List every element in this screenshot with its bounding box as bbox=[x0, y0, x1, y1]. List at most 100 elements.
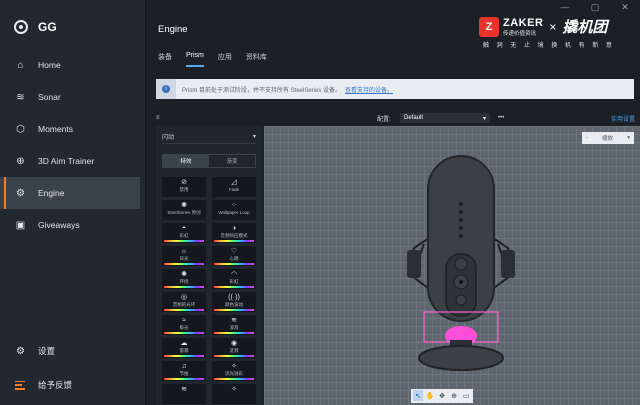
effect-tile[interactable]: ⁘ Wallpaper Loop bbox=[212, 200, 256, 220]
sidebar-item-aim-trainer[interactable]: ⊕ 3D Aim Trainer bbox=[0, 145, 146, 177]
page-title: Engine bbox=[158, 24, 188, 35]
maximize-button[interactable]: ▢ bbox=[580, 0, 610, 14]
tab-prism[interactable]: Prism bbox=[186, 52, 204, 67]
effect-icon: ◿ bbox=[231, 179, 237, 186]
feedback-icon bbox=[15, 380, 26, 391]
sidebar-item-feedback[interactable]: 给予反馈 bbox=[0, 368, 146, 402]
effect-label: 彩虹 bbox=[229, 279, 239, 284]
config-bar: ≡ 配置: Default ▾ ••• 实用设置 bbox=[156, 112, 635, 124]
sidebar-item-label: Home bbox=[38, 60, 61, 70]
sidebar-item-moments[interactable]: ⬡ Moments bbox=[0, 113, 146, 145]
config-select[interactable]: Default ▾ bbox=[400, 113, 490, 123]
sidebar-item-home[interactable]: ⌂ Home bbox=[0, 49, 146, 81]
segment-gradients[interactable]: 渐变 bbox=[209, 155, 255, 167]
supported-devices-link[interactable]: 查看支持的设备。 bbox=[345, 85, 393, 94]
effect-icon: ◉ bbox=[230, 340, 238, 347]
effect-tile[interactable]: ≈ 极光 bbox=[162, 315, 206, 335]
effect-tile[interactable]: ◠ 彩虹 bbox=[212, 269, 256, 289]
color-bar bbox=[214, 332, 254, 334]
tab-library[interactable]: 资料库 bbox=[246, 52, 267, 67]
sidebar: GG ⌂ Home ≋ Sonar ⬡ Moments ⊕ 3D Aim Tra… bbox=[0, 0, 146, 405]
tab-bar: 装备 Prism 应用 资料库 bbox=[158, 52, 267, 67]
brand[interactable]: GG bbox=[14, 20, 57, 34]
effect-tile[interactable]: ◓ 彩虹 bbox=[162, 223, 206, 243]
effect-label: 禁用 bbox=[179, 187, 189, 192]
move-tool-icon[interactable]: ✥ bbox=[437, 390, 447, 401]
effect-tile[interactable]: ☼ 日光 bbox=[162, 246, 206, 266]
effect-tile[interactable]: ◉ 涟漪 bbox=[212, 338, 256, 358]
color-bar bbox=[214, 217, 254, 219]
effect-tile[interactable]: ✺ 环绕 bbox=[162, 269, 206, 289]
mic-base bbox=[418, 345, 504, 371]
rectangle-tool-icon[interactable]: ▭ bbox=[461, 390, 471, 401]
zoom-tool-icon[interactable]: ⊕ bbox=[449, 390, 459, 401]
zoom-select[interactable]: - 缩放 ▾ bbox=[582, 132, 634, 144]
effect-tile[interactable]: ◑ 音频响应模式 bbox=[212, 223, 256, 243]
mount-clip-left bbox=[407, 250, 421, 278]
sidebar-item-sonar[interactable]: ≋ Sonar bbox=[0, 81, 146, 113]
color-bar bbox=[214, 286, 254, 288]
effect-label: 音频响应模式 bbox=[220, 233, 248, 238]
mode-select[interactable]: 闪动 ▾ bbox=[162, 130, 256, 144]
effect-tile[interactable]: ✺ SteelSeries 原创 bbox=[162, 200, 206, 220]
effect-tile[interactable]: ☁ 雷暴 bbox=[162, 338, 206, 358]
effect-tile[interactable]: ♡ 心跳 bbox=[212, 246, 256, 266]
gear-icon: ⚙ bbox=[16, 345, 25, 357]
zoom-minus-icon[interactable]: - bbox=[586, 135, 588, 141]
utility-settings-link[interactable]: 实用设置 bbox=[611, 114, 635, 123]
effect-tile[interactable]: ((·)) 颜色波动 bbox=[212, 292, 256, 312]
chevron-down-icon: ▾ bbox=[482, 115, 486, 122]
close-button[interactable]: ✕ bbox=[610, 0, 640, 14]
list-icon[interactable]: ≡ bbox=[156, 115, 164, 121]
tab-apps[interactable]: 应用 bbox=[218, 52, 232, 67]
color-bar bbox=[164, 401, 204, 403]
effect-tile[interactable]: ♫ 节拍 bbox=[162, 361, 206, 381]
effect-icon: ((·)) bbox=[228, 294, 240, 301]
effect-icon: ♫ bbox=[181, 363, 187, 370]
notice-text: Prism 目前处于测试阶段，并不支持所有 SteelSeries 设备。 bbox=[182, 87, 342, 94]
mute-button bbox=[454, 257, 468, 271]
segment-effects[interactable]: 特效 bbox=[163, 155, 209, 167]
effect-label: Fade bbox=[228, 187, 240, 192]
effect-icon: ☁ bbox=[180, 340, 188, 347]
effect-tile[interactable]: ≋ 波浪 bbox=[212, 315, 256, 335]
effect-icon: ◓ bbox=[181, 225, 187, 232]
effect-tile[interactable]: ✧ 流光溢彩 bbox=[212, 361, 256, 381]
color-bar bbox=[214, 240, 254, 242]
effect-icon: ◑ bbox=[231, 225, 237, 232]
sidebar-item-engine[interactable]: ⚙ Engine bbox=[0, 177, 140, 209]
sidebar-item-settings[interactable]: ⚙ 设置 bbox=[0, 334, 146, 368]
tab-devices[interactable]: 装备 bbox=[158, 52, 172, 67]
minimize-button[interactable]: — bbox=[550, 0, 580, 14]
sidebar-item-label: Engine bbox=[38, 188, 65, 198]
sidebar-bottom: ⚙ 设置 给予反馈 bbox=[0, 334, 146, 402]
effect-icon: ◠ bbox=[230, 271, 238, 278]
effects-panel: 闪动 ▾ 特效 渐变 ⊘ 禁用 ◿ Fade ✺ SteelSeries 原创 ⁘ Wallp… bbox=[156, 126, 262, 405]
effect-tile[interactable]: ◿ Fade bbox=[212, 177, 256, 197]
sidebar-item-giveaways[interactable]: ▣ Giveaways bbox=[0, 209, 146, 241]
home-icon: ⌂ bbox=[17, 59, 24, 71]
hand-tool-icon[interactable]: ✋ bbox=[425, 390, 435, 401]
more-options-icon[interactable]: ••• bbox=[498, 115, 504, 121]
effect-label: 流光溢彩 bbox=[225, 371, 243, 376]
effect-label: 节拍 bbox=[179, 371, 189, 376]
zaker-wordmark: ZAKER bbox=[503, 16, 544, 29]
chevron-down-icon: ▾ bbox=[252, 134, 256, 140]
color-bar bbox=[214, 378, 254, 380]
effect-icon: ◎ bbox=[180, 294, 188, 301]
brand-name: GG bbox=[38, 20, 57, 34]
color-bar bbox=[164, 217, 204, 219]
effect-tile[interactable]: ✧ bbox=[212, 384, 256, 404]
effect-tile[interactable]: ≋ bbox=[162, 384, 206, 404]
device-preview-canvas[interactable]: - 缩放 ▾ ↖ ✋ ✥ ⊕ ▭ bbox=[264, 126, 640, 405]
config-value: Default bbox=[404, 115, 424, 121]
select-tool-icon[interactable]: ↖ bbox=[413, 390, 423, 401]
effect-icon: ✺ bbox=[181, 202, 187, 209]
sidebar-item-label: Moments bbox=[38, 124, 73, 134]
sidebar-item-label: Giveaways bbox=[38, 220, 80, 230]
effect-tile[interactable]: ◎ 音频的光环 bbox=[162, 292, 206, 312]
canvas-toolbar: ↖ ✋ ✥ ⊕ ▭ bbox=[411, 389, 473, 403]
color-bar bbox=[214, 309, 254, 311]
effect-tile[interactable]: ⊘ 禁用 bbox=[162, 177, 206, 197]
effect-label: 雷暴 bbox=[179, 348, 189, 353]
